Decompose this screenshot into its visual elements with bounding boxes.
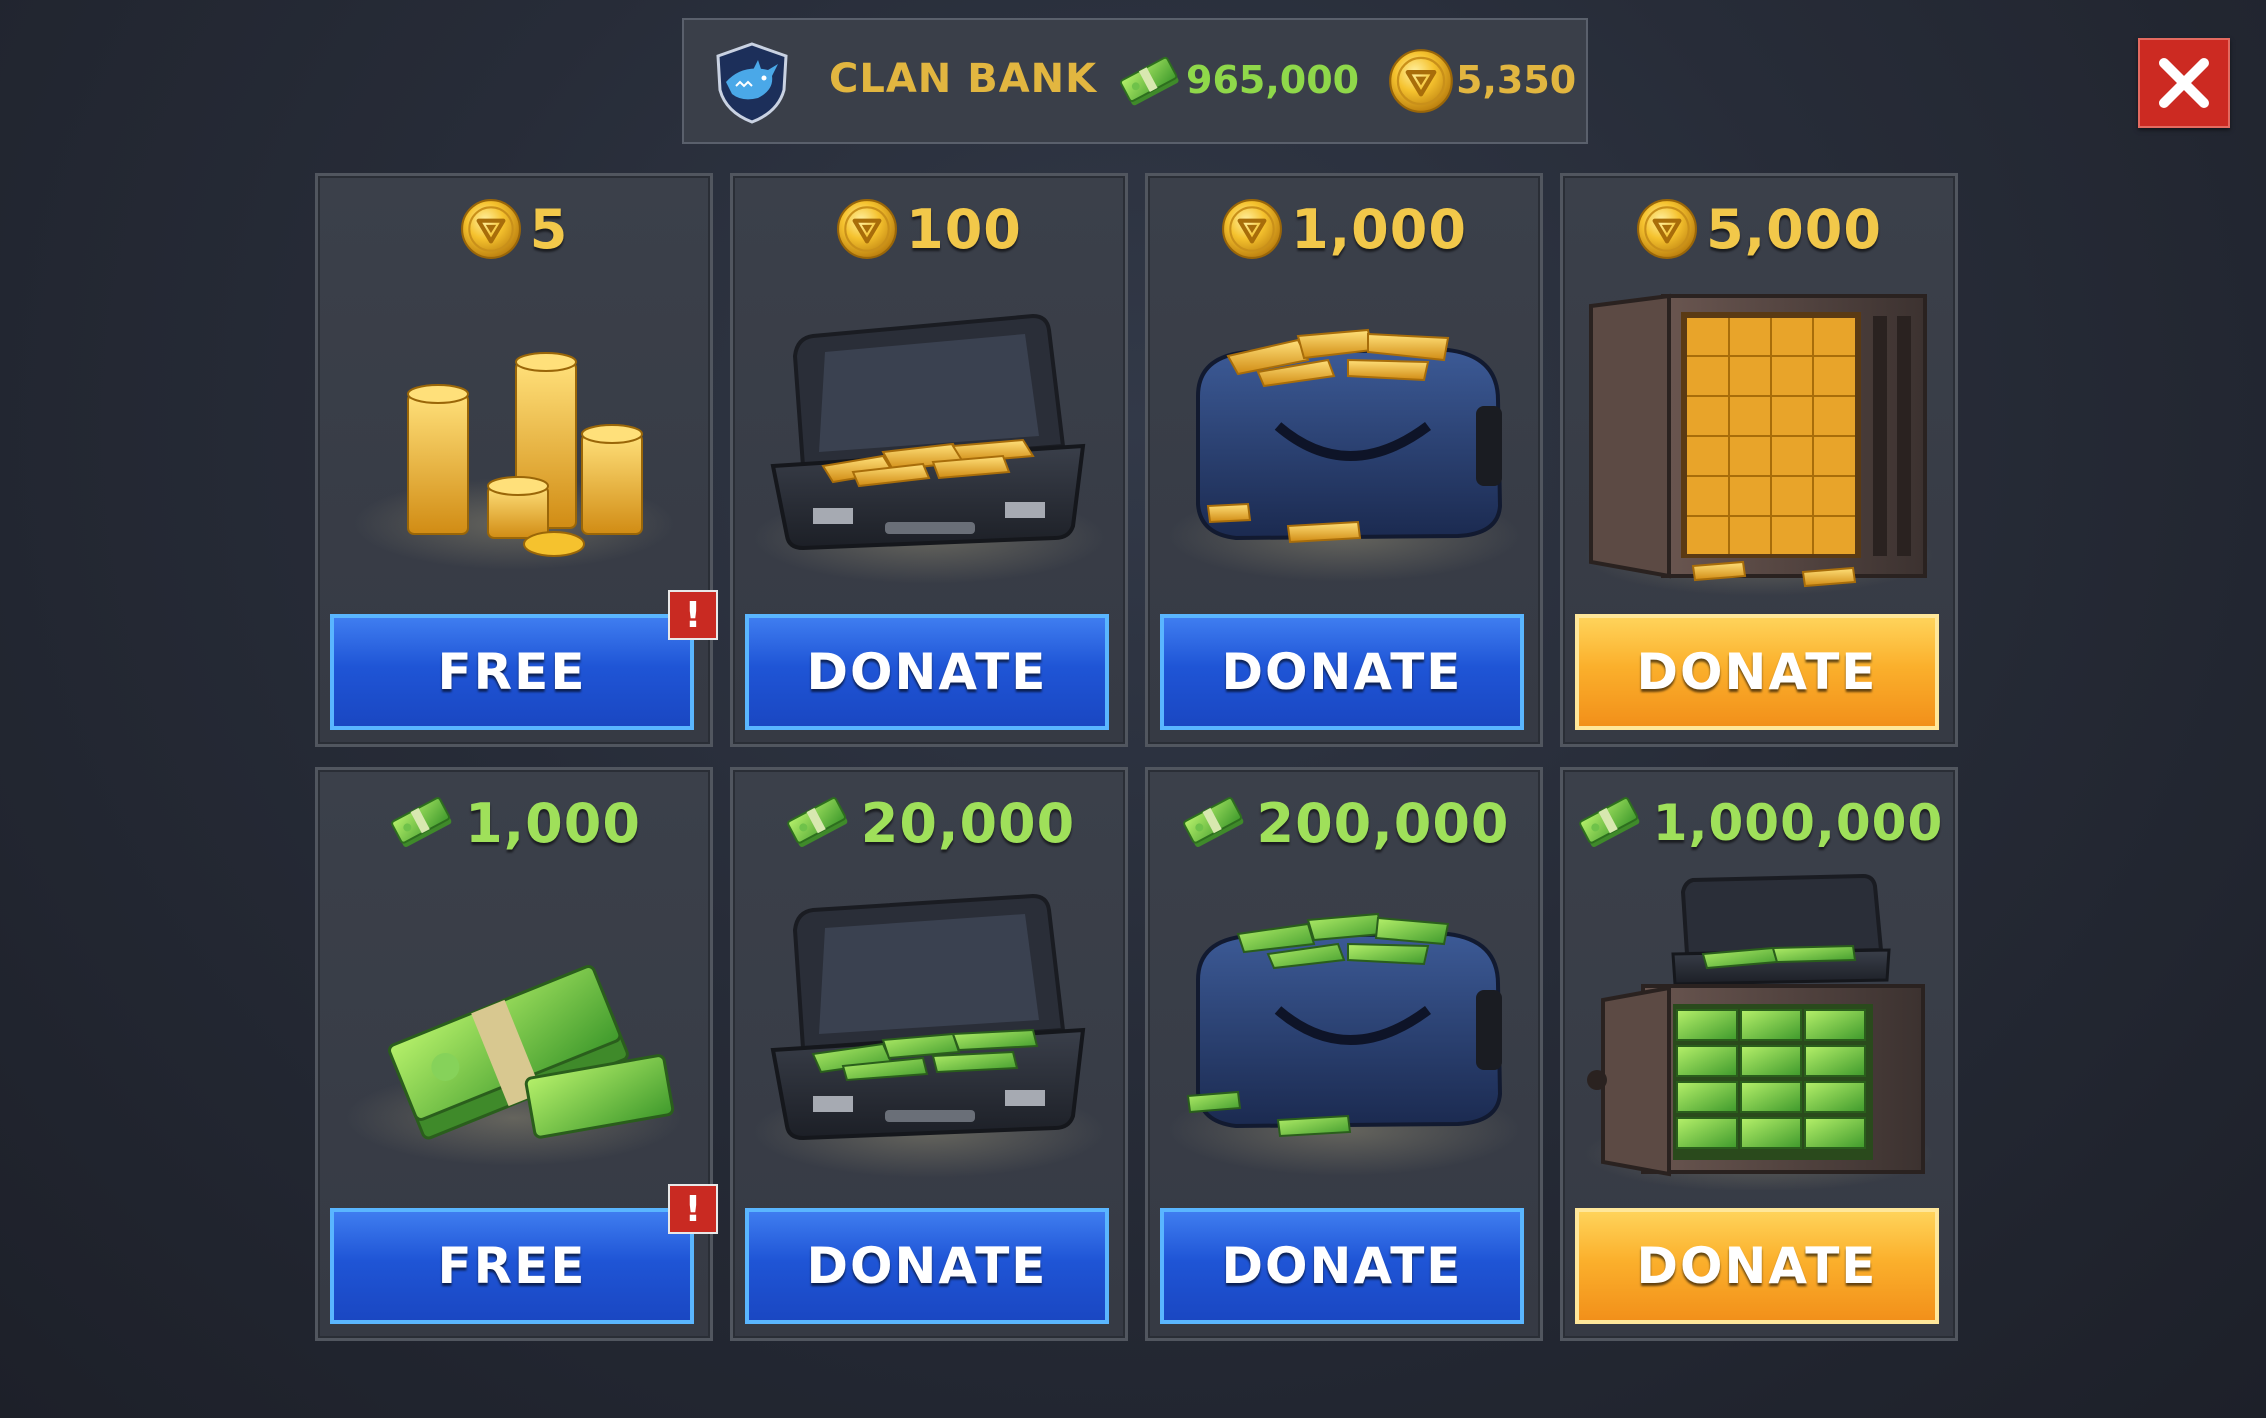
clan-coin-balance: 5,350: [1456, 58, 1577, 102]
price-label: 1,000,000: [1563, 788, 1955, 858]
price-label: 1,000: [1148, 194, 1540, 264]
donation-card-coin-5000: 5,000 DONATE: [1560, 173, 1958, 747]
donation-card-coin-1000: 1,000 DONATE: [1145, 173, 1543, 747]
donation-card-cash-1000: 1,000 FREE !: [315, 767, 718, 1341]
vault-gold-image: [1583, 293, 1935, 596]
alert-badge: !: [668, 1184, 718, 1234]
alert-badge: !: [668, 590, 718, 640]
price-label: 200,000: [1148, 788, 1540, 858]
coin-icon: [460, 198, 522, 260]
donate-button[interactable]: DONATE: [1575, 614, 1939, 730]
price-value: 1,000: [465, 791, 641, 855]
donate-button[interactable]: DONATE: [745, 614, 1109, 730]
donate-button[interactable]: DONATE: [1160, 614, 1524, 730]
cash-icon: [1575, 795, 1645, 851]
duffel-bag-gold-image: [1168, 328, 1520, 582]
briefcase-cash-image: [753, 893, 1105, 1178]
coin-icon: [1221, 198, 1283, 260]
clan-cash-balance: 965,000: [1186, 58, 1360, 102]
close-icon: [2159, 58, 2209, 108]
price-label: 1,000: [318, 788, 710, 858]
donation-card-cash-20000: 20,000 DONATE: [730, 767, 1128, 1341]
cash-icon: [1116, 54, 1184, 110]
duffel-bag-cash-image: [1168, 912, 1520, 1176]
clan-bank-title: CLAN BANK: [829, 56, 1098, 102]
free-button[interactable]: FREE: [330, 614, 694, 730]
donate-button[interactable]: DONATE: [1575, 1208, 1939, 1324]
price-value: 5,000: [1706, 197, 1882, 261]
price-value: 20,000: [860, 791, 1076, 855]
donate-button[interactable]: DONATE: [1160, 1208, 1524, 1324]
coin-stacks-image: [354, 352, 674, 570]
cash-icon: [387, 795, 457, 851]
briefcase-gold-image: [753, 313, 1105, 584]
free-button[interactable]: FREE: [330, 1208, 694, 1324]
price-value: 1,000,000: [1652, 794, 1944, 852]
coin-icon: [836, 198, 898, 260]
price-label: 5,000: [1563, 194, 1955, 264]
close-button[interactable]: [2138, 38, 2230, 128]
cash-icon: [1179, 795, 1249, 851]
donate-button[interactable]: DONATE: [745, 1208, 1109, 1324]
donation-card-cash-1000000: 1,000,000 DONATE: [1560, 767, 1958, 1341]
donation-card-coin-5: 5 FREE !: [315, 173, 718, 747]
donation-card-coin-100: 100 DONATE: [730, 173, 1128, 747]
price-label: 100: [733, 194, 1125, 264]
cash-stack-image: [346, 964, 682, 1166]
price-value: 5: [529, 197, 569, 261]
price-value: 200,000: [1256, 791, 1510, 855]
clan-bank-header: CLAN BANK 965,000 5,350: [682, 18, 1588, 144]
price-label: 5: [318, 194, 710, 264]
cash-icon: [783, 795, 853, 851]
coin-icon: [1636, 198, 1698, 260]
price-value: 100: [906, 197, 1022, 261]
shark-emblem-icon: [716, 42, 788, 124]
price-value: 1,000: [1291, 197, 1467, 261]
coin-icon: [1388, 48, 1454, 114]
vault-cash-image: [1583, 873, 1935, 1190]
donation-card-cash-200000: 200,000 DONATE: [1145, 767, 1543, 1341]
price-label: 20,000: [733, 788, 1125, 858]
